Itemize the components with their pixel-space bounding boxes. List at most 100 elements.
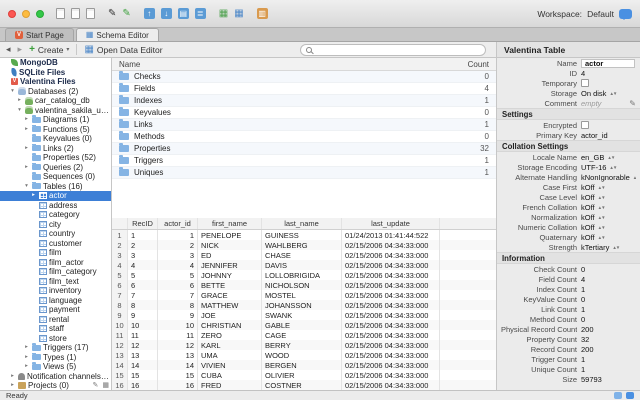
column-header-recid[interactable]: RecID: [128, 218, 158, 229]
grid-cell-first-name[interactable]: ZERO: [198, 330, 262, 340]
grid-cell-last-name[interactable]: GABLE: [262, 320, 342, 330]
schema-item-uniques[interactable]: Uniques 1: [112, 167, 496, 179]
grid-cell-last-update[interactable]: 02/15/2006 04:34:33:000: [342, 330, 440, 340]
column-header-last-name[interactable]: last_name: [262, 218, 342, 229]
grid-cell-recid[interactable]: 1: [128, 230, 158, 240]
grid-cell-last-name[interactable]: BERGEN: [262, 360, 342, 370]
sidebar-item-car-catalog-db[interactable]: ▸ car_catalog_db: [0, 96, 111, 106]
duplicate-document-icon[interactable]: [71, 8, 80, 19]
sidebar-item-functions-5[interactable]: ▸ Functions (5): [0, 124, 111, 135]
grid-cell-last-update[interactable]: 02/15/2006 04:34:33:000: [342, 340, 440, 350]
table-row[interactable]: 6 6 6 BETTE NICHOLSON 02/15/2006 04:34:33:000: [112, 280, 496, 290]
grid-cell-first-name[interactable]: GRACE: [198, 290, 262, 300]
grid-cell-last-name[interactable]: WOOD: [262, 350, 342, 360]
grid-cell-recid[interactable]: 13: [128, 350, 158, 360]
schema-item-indexes[interactable]: Indexes 1: [112, 95, 496, 107]
popup-arrows-icon[interactable]: ▲▼: [609, 91, 617, 96]
grid-cell-first-name[interactable]: CUBA: [198, 370, 262, 380]
table-row[interactable]: 7 7 7 GRACE MOSTEL 02/15/2006 04:34:33:000: [112, 290, 496, 300]
sidebar-item-notification-channels-0[interactable]: ▸ Notification channels (0): [0, 372, 111, 382]
grid-cell-actor-id[interactable]: 16: [158, 380, 198, 390]
grid-cell-recid[interactable]: 14: [128, 360, 158, 370]
grid-cell-last-update[interactable]: 02/15/2006 04:34:33:000: [342, 370, 440, 380]
table-row[interactable]: 12 12 12 KARL BERRY 02/15/2006 04:34:33:000: [112, 340, 496, 350]
popup-arrows-icon[interactable]: ▲▼: [607, 155, 615, 160]
backup-icon[interactable]: ▥: [256, 8, 268, 19]
disclosure-right-icon[interactable]: ▸: [9, 372, 16, 382]
disclosure-down-icon[interactable]: ▾: [23, 182, 30, 192]
column-header-actor-id[interactable]: actor_id: [158, 218, 198, 229]
grid-cell-actor-id[interactable]: 6: [158, 280, 198, 290]
sidebar-item-inventory[interactable]: inventory: [0, 286, 111, 296]
table-row[interactable]: 11 11 11 ZERO CAGE 02/15/2006 04:34:33:000: [112, 330, 496, 340]
sidebar-item-film-text[interactable]: film_text: [0, 277, 111, 287]
table-row[interactable]: 4 4 4 JENNIFER DAVIS 02/15/2006 04:34:33:000: [112, 260, 496, 270]
grid-cell-first-name[interactable]: FRED: [198, 380, 262, 390]
grid-cell-actor-id[interactable]: 12: [158, 340, 198, 350]
grid-cell-actor-id[interactable]: 9: [158, 310, 198, 320]
disclosure-right-icon[interactable]: ▸: [23, 144, 30, 154]
grid-cell-first-name[interactable]: VIVIEN: [198, 360, 262, 370]
table-row[interactable]: 2 2 2 NICK WAHLBERG 02/15/2006 04:34:33:000: [112, 240, 496, 250]
sidebar-item-databases-2[interactable]: ▾ Databases (2): [0, 87, 111, 97]
disclosure-right-icon[interactable]: ▸: [9, 381, 16, 390]
grid-cell-recid[interactable]: 9: [128, 310, 158, 320]
zoom-window-button[interactable]: [36, 9, 44, 18]
edit-tree-icon[interactable]: ✎: [93, 381, 99, 390]
view-options-icon[interactable]: ▦: [102, 381, 109, 390]
grid-cell-last-update[interactable]: 02/15/2006 04:34:33:000: [342, 320, 440, 330]
name-input[interactable]: actor: [581, 58, 635, 68]
disclosure-down-icon[interactable]: ▾: [9, 87, 16, 97]
sidebar-item-country[interactable]: country: [0, 229, 111, 239]
sidebar-item-actor[interactable]: ▸ actor: [0, 191, 111, 201]
grid-cell-last-update[interactable]: 02/15/2006 04:34:33:000: [342, 260, 440, 270]
grid-cell-recid[interactable]: 10: [128, 320, 158, 330]
grid-cell-first-name[interactable]: JENNIFER: [198, 260, 262, 270]
grid-cell-last-update[interactable]: 02/15/2006 04:34:33:000: [342, 280, 440, 290]
popup-arrows-icon[interactable]: ▲▼: [598, 195, 606, 200]
popup-arrows-icon[interactable]: ▲▼: [598, 215, 606, 220]
table-row[interactable]: 14 14 14 VIVIEN BERGEN 02/15/2006 04:34:33:00…: [112, 360, 496, 370]
sidebar-item-category[interactable]: category: [0, 210, 111, 220]
popup-arrows-icon[interactable]: ▲▼: [598, 225, 606, 230]
sidebar-item-language[interactable]: language: [0, 296, 111, 306]
table-row[interactable]: 10 10 10 CHRISTIAN GABLE 02/15/2006 04:34:33:…: [112, 320, 496, 330]
grid-cell-last-update[interactable]: 02/15/2006 04:34:33:000: [342, 240, 440, 250]
grid-cell-last-name[interactable]: SWANK: [262, 310, 342, 320]
feedback-chat-icon[interactable]: [619, 8, 632, 20]
database-icon[interactable]: ≣: [194, 8, 206, 19]
grid-cell-last-name[interactable]: DAVIS: [262, 260, 342, 270]
export-database-icon[interactable]: ↓: [160, 8, 172, 19]
grid-cell-last-name[interactable]: CHASE: [262, 250, 342, 260]
grid-cell-last-name[interactable]: NICHOLSON: [262, 280, 342, 290]
grid-cell-first-name[interactable]: CHRISTIAN: [198, 320, 262, 330]
tab-start-page[interactable]: V Start Page: [5, 28, 74, 41]
data-table-icon[interactable]: ▦: [234, 8, 243, 19]
grid-cell-recid[interactable]: 7: [128, 290, 158, 300]
grid-cell-first-name[interactable]: NICK: [198, 240, 262, 250]
grid-cell-recid[interactable]: 8: [128, 300, 158, 310]
sidebar-item-film[interactable]: film: [0, 248, 111, 258]
grid-cell-actor-id[interactable]: 2: [158, 240, 198, 250]
open-document-icon[interactable]: [86, 8, 95, 19]
grid-cell-last-name[interactable]: COSTNER: [262, 380, 342, 390]
sidebar-item-queries-2[interactable]: ▸ Queries (2): [0, 162, 111, 173]
status-notifications-icon[interactable]: [614, 392, 622, 399]
sidebar-item-staff[interactable]: staff: [0, 324, 111, 334]
tab-schema-editor[interactable]: ▦ Schema Editor: [75, 28, 159, 41]
table-row[interactable]: 13 13 13 UMA WOOD 02/15/2006 04:34:33:000: [112, 350, 496, 360]
disclosure-right-icon[interactable]: ▸: [16, 96, 23, 106]
grid-cell-last-update[interactable]: 01/24/2013 01:41:44:522: [342, 230, 440, 240]
schema-item-properties[interactable]: Properties 32: [112, 143, 496, 155]
schema-item-fields[interactable]: Fields 4: [112, 83, 496, 95]
grid-cell-last-update[interactable]: 02/15/2006 04:34:33:000: [342, 300, 440, 310]
sidebar-item-valentina-files[interactable]: V Valentina Files: [0, 77, 111, 87]
create-button[interactable]: + Create ▾: [29, 44, 69, 55]
grid-cell-recid[interactable]: 12: [128, 340, 158, 350]
popup-arrows-icon[interactable]: ▲▼: [598, 235, 606, 240]
grid-cell-first-name[interactable]: UMA: [198, 350, 262, 360]
count-column-header[interactable]: Count: [468, 60, 489, 69]
sidebar-item-views-5[interactable]: ▸ Views (5): [0, 362, 111, 372]
new-query-pencil-icon[interactable]: ✎: [122, 8, 130, 19]
import-database-icon[interactable]: ↑: [143, 8, 155, 19]
